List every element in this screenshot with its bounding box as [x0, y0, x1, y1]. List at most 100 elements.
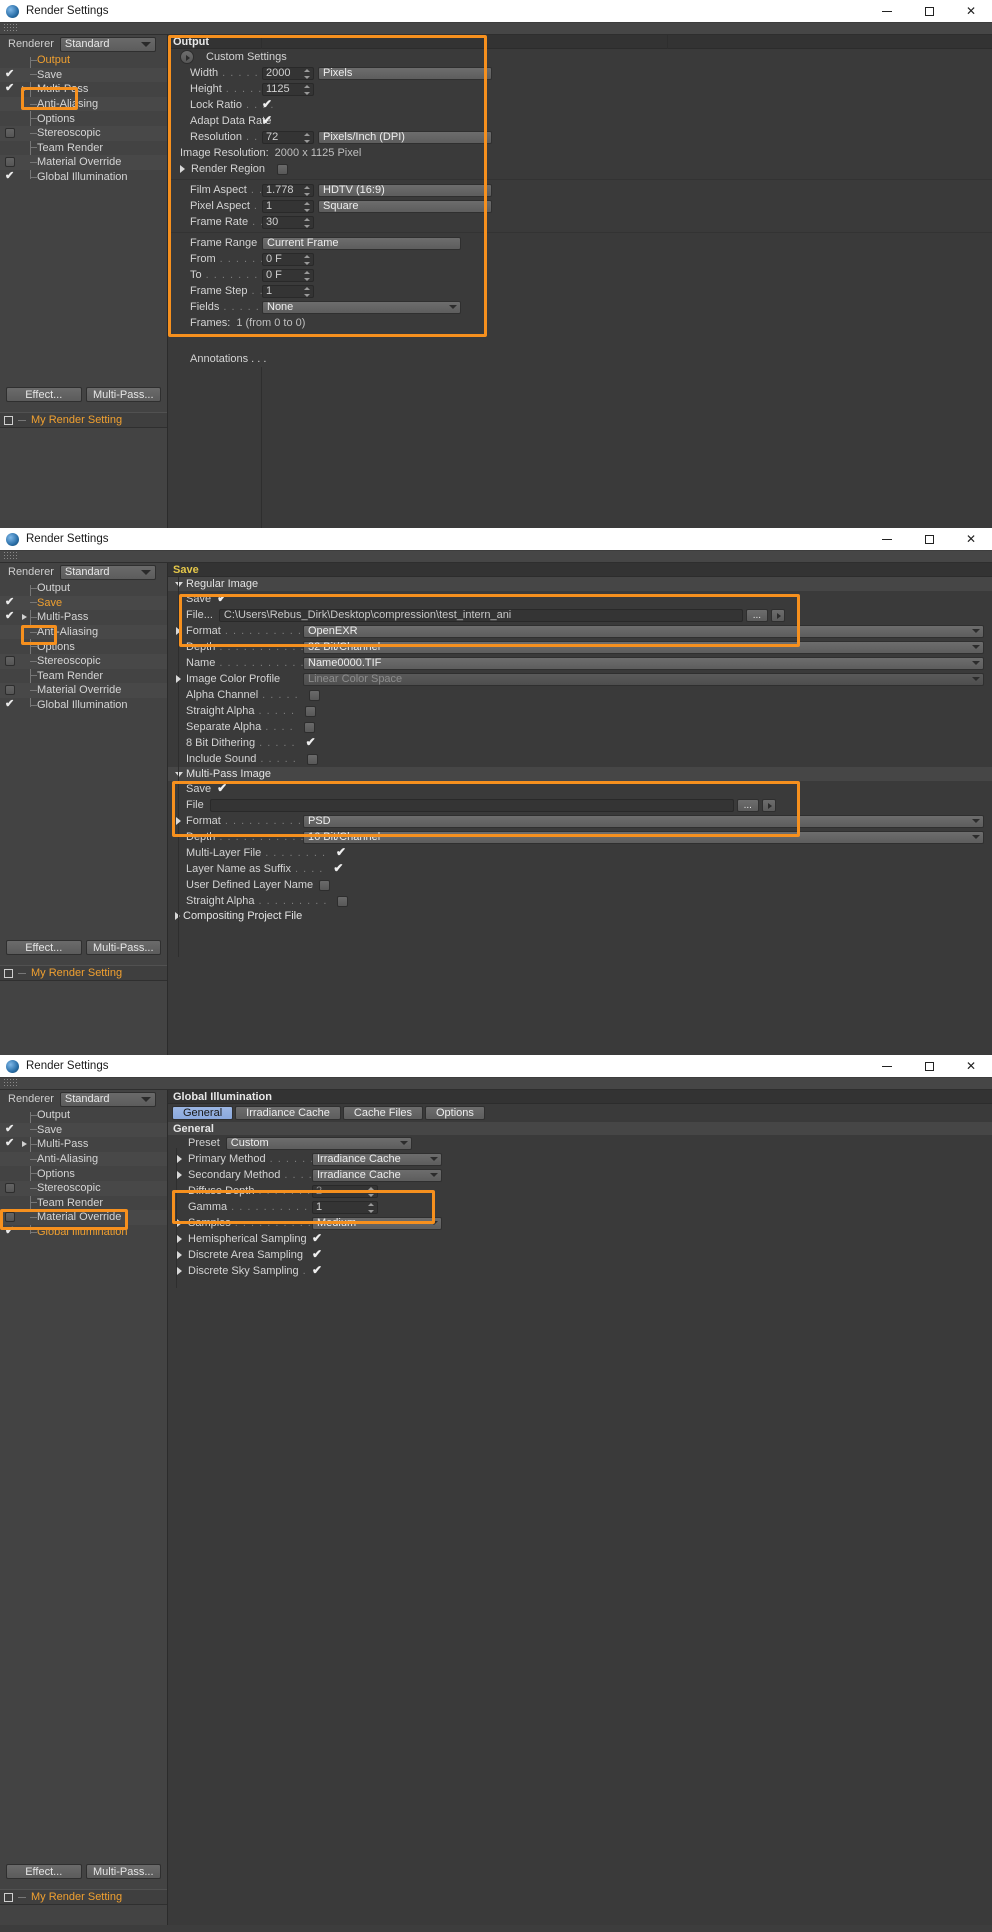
checkbox-unchecked[interactable] [319, 879, 331, 891]
stepper-arrows-icon[interactable] [304, 270, 311, 281]
numeric-input[interactable]: 30 [262, 215, 314, 229]
chevron-right-icon[interactable] [22, 614, 27, 621]
browse-button[interactable]: ... [745, 608, 768, 622]
maximize-button[interactable] [908, 528, 950, 550]
dropdown-select[interactable]: Pixels/Inch (DPI) [318, 130, 492, 144]
checkbox-checked[interactable] [306, 735, 317, 749]
checkbox-unchecked[interactable] [305, 705, 317, 717]
chevron-right-icon[interactable] [22, 1141, 27, 1148]
sidebar-item-team-render[interactable]: Team Render [0, 669, 167, 684]
dropdown-select[interactable]: Medium [312, 1216, 442, 1230]
effect-button[interactable]: Effect... [6, 387, 82, 402]
checkbox-unchecked[interactable] [5, 128, 15, 139]
sidebar-item-output[interactable]: Output [0, 581, 167, 596]
sidebar-item-stereoscopic[interactable]: Stereoscopic [0, 1180, 167, 1196]
dropdown-select[interactable]: 32 Bit/Channel [303, 640, 984, 654]
sidebar-item-global-illumination[interactable]: Global Illumination [0, 169, 167, 185]
stepper-arrows-icon[interactable] [304, 217, 311, 228]
minimize-button[interactable] [866, 1055, 908, 1077]
close-button[interactable]: ✕ [950, 528, 992, 550]
sidebar-item-global-illumination[interactable]: Global Illumination [0, 1224, 167, 1240]
sidebar-item-multi-pass[interactable]: Multi-Pass [0, 81, 167, 97]
checkbox-checked[interactable] [5, 1122, 15, 1135]
checkbox-unchecked[interactable] [308, 689, 320, 701]
chevron-right-icon[interactable] [177, 1155, 182, 1163]
close-button[interactable]: ✕ [950, 1055, 992, 1077]
renderer-select[interactable]: Standard [59, 1091, 156, 1107]
checkbox-checked[interactable] [262, 97, 273, 111]
checkbox-checked[interactable] [5, 67, 15, 80]
sidebar-item-options[interactable]: Options [0, 111, 167, 126]
checkbox-checked[interactable] [5, 697, 15, 710]
chevron-right-icon[interactable] [177, 1251, 182, 1259]
gi-preset-select[interactable]: Custom [225, 1136, 412, 1150]
renderer-select[interactable]: Standard [59, 564, 156, 580]
dropdown-select[interactable]: Square [318, 199, 492, 213]
sidebar-item-stereoscopic[interactable]: Stereoscopic [0, 125, 167, 141]
group-regular-image[interactable]: Regular Image [168, 577, 992, 591]
sidebar-item-options[interactable]: Options [0, 1166, 167, 1181]
stepper-arrows-icon[interactable] [304, 68, 311, 79]
numeric-input[interactable]: 1 [312, 1200, 378, 1214]
sidebar-item-save[interactable]: Save [0, 1122, 167, 1138]
numeric-input[interactable]: 2 [312, 1184, 378, 1198]
dropdown-select[interactable]: Linear Color Space [303, 672, 984, 686]
chevron-right-icon[interactable] [22, 86, 27, 93]
numeric-input[interactable]: 72 [262, 130, 314, 144]
dropdown-select[interactable]: PSD [303, 814, 984, 828]
chevron-right-icon[interactable] [180, 165, 185, 173]
effect-button[interactable]: Effect... [6, 1864, 82, 1879]
multipass-button[interactable]: Multi-Pass... [85, 1864, 161, 1879]
dropdown-select[interactable]: Irradiance Cache [312, 1152, 442, 1166]
checkbox-unchecked[interactable] [5, 656, 15, 667]
chevron-down-icon[interactable] [175, 771, 183, 777]
render-setting-item[interactable]: My Render Setting [0, 412, 167, 428]
stepper-arrows-icon[interactable] [304, 254, 311, 265]
checkbox-checked[interactable] [312, 1263, 323, 1277]
dropdown-select[interactable]: OpenEXR [303, 624, 984, 638]
numeric-input[interactable]: 0 F [262, 268, 314, 282]
chevron-right-icon[interactable] [177, 1219, 182, 1227]
checkbox-unchecked[interactable] [5, 1212, 15, 1223]
checkbox-checked[interactable] [312, 1247, 323, 1261]
file-path-input[interactable] [209, 798, 734, 812]
multipass-button[interactable]: Multi-Pass... [85, 940, 161, 955]
group-compositing-project-file[interactable]: Compositing Project File [168, 909, 992, 923]
sidebar-item-multi-pass[interactable]: Multi-Pass [0, 1136, 167, 1152]
renderer-select[interactable]: Standard [59, 36, 156, 52]
render-setting-item[interactable]: My Render Setting [0, 1889, 167, 1905]
sidebar-item-anti-aliasing[interactable]: Anti-Aliasing [0, 1151, 167, 1167]
checkbox-checked[interactable] [5, 169, 15, 182]
close-button[interactable]: ✕ [950, 0, 992, 22]
checkbox-checked[interactable] [333, 861, 344, 875]
sidebar-item-material-override[interactable]: Material Override [0, 683, 167, 698]
open-folder-button[interactable] [770, 608, 785, 622]
dropdown-select[interactable]: HDTV (16:9) [318, 183, 492, 197]
sidebar-item-anti-aliasing[interactable]: Anti-Aliasing [0, 96, 167, 112]
checkbox-checked[interactable] [217, 781, 228, 795]
checkbox-checked[interactable] [336, 845, 347, 859]
dropdown-select[interactable]: Name0000.TIF [303, 656, 984, 670]
sidebar-item-global-illumination[interactable]: Global Illumination [0, 697, 167, 713]
dropdown-select[interactable]: Current Frame [262, 236, 461, 250]
dropdown-select[interactable]: Pixels [318, 66, 492, 80]
dropdown-select[interactable]: 16 Bit/Channel [303, 830, 984, 844]
chevron-right-icon[interactable] [177, 1171, 182, 1179]
sidebar-item-stereoscopic[interactable]: Stereoscopic [0, 653, 167, 669]
sidebar-item-multi-pass[interactable]: Multi-Pass [0, 609, 167, 625]
checkbox-checked[interactable] [5, 1224, 15, 1237]
minimize-button[interactable] [866, 528, 908, 550]
numeric-input[interactable]: 2000 [262, 66, 314, 80]
checkbox-checked[interactable] [5, 609, 15, 622]
numeric-input[interactable]: 1125 [262, 82, 314, 96]
checkbox-checked[interactable] [262, 113, 273, 127]
maximize-button[interactable] [908, 0, 950, 22]
numeric-input[interactable]: 1 [262, 284, 314, 298]
annotations-row[interactable]: Annotations . . . [168, 351, 992, 367]
chevron-right-icon[interactable] [177, 1267, 182, 1275]
render-setting-item[interactable]: My Render Setting [0, 965, 167, 981]
multipass-button[interactable]: Multi-Pass... [85, 387, 161, 402]
checkbox-checked[interactable] [217, 591, 228, 605]
numeric-input[interactable]: 0 F [262, 252, 314, 266]
group-multipass-image[interactable]: Multi-Pass Image [168, 767, 992, 781]
